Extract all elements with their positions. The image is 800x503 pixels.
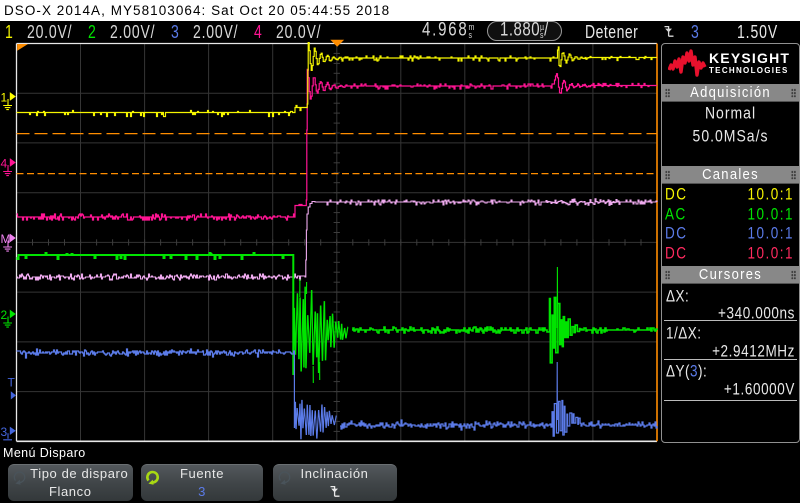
svg-text:2: 2 [1, 308, 8, 322]
svg-text:3: 3 [1, 425, 8, 439]
svg-text:4: 4 [1, 157, 8, 171]
svg-text:1: 1 [1, 91, 8, 105]
svg-text:M: M [1, 232, 11, 246]
svg-text:T: T [8, 376, 16, 390]
